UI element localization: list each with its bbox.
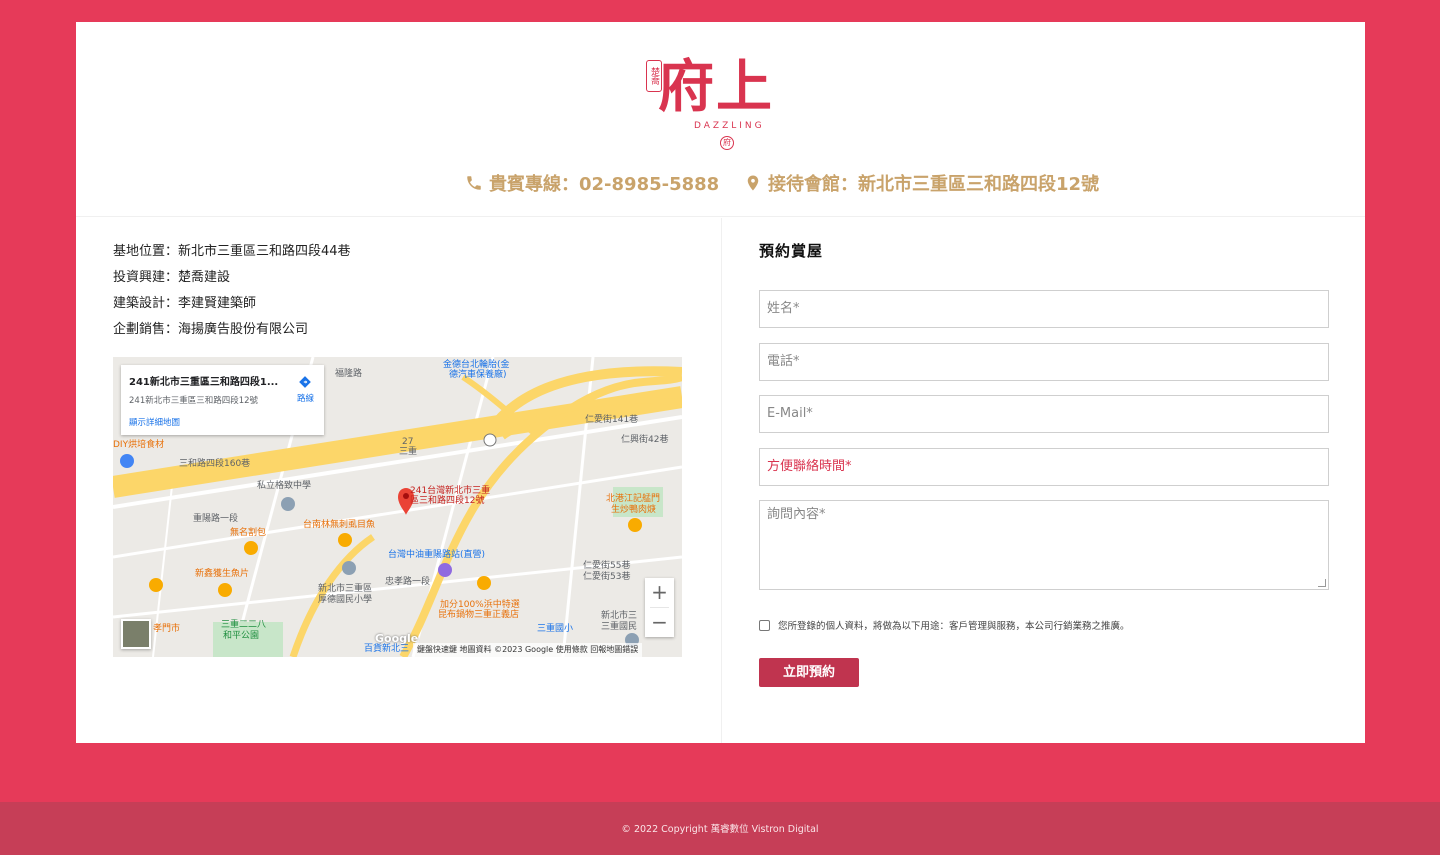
logo-emblem-icon: 府: [720, 136, 734, 150]
map-marker-label-2: 區三和路四段12號: [410, 496, 485, 506]
map-place-6: 新鑫獲生魚片: [195, 569, 250, 579]
infobox-title: 241新北市三重區三和路四段1...: [129, 377, 279, 388]
map-attribution[interactable]: 鍵盤快速鍵 地圖資料 ©2023 Google 使用條款 回報地圖錯誤: [413, 643, 643, 657]
map-place-9: 厚德國民小學: [318, 595, 373, 605]
phone-contact[interactable]: 貴賓專線：02-8985-5888: [465, 170, 719, 196]
phone-label: 貴賓專線：02-8985-5888: [489, 174, 720, 195]
header-divider: [76, 216, 1365, 217]
map-place-18: 三重國民: [601, 622, 638, 632]
map-place-8: 新北市三重區: [318, 584, 373, 594]
form-title: 預約賞屋: [759, 242, 824, 260]
view-larger-map-link[interactable]: 顯示詳細地圖: [129, 416, 316, 428]
map-place-2: 德汽車保養廠): [449, 370, 507, 380]
info-developer: 投資興建：楚喬建設: [113, 270, 231, 285]
info-sales: 企劃銷售：海揚廣告股份有限公司: [113, 322, 309, 337]
map-place-1: 金德台北輪胎(金: [443, 360, 510, 370]
map-place-26: 仁愛街55巷: [583, 561, 631, 571]
logo-subtitle: DAZZLING: [694, 121, 765, 131]
contact-time-select[interactable]: 方便聯絡時間*: [759, 448, 1329, 486]
map-place-21: 百貨新北三: [364, 644, 410, 654]
site-footer: © 2022 Copyright 萬睿數位 Vistron Digital: [0, 802, 1440, 855]
copyright-text: © 2022 Copyright 萬睿數位 Vistron Digital: [621, 824, 819, 835]
map-place-27: 仁愛街53巷: [583, 572, 631, 582]
consent-row: 您所登錄的個人資料，將做為以下用途：客戶管理與服務，本公司行銷業務之推廣。: [759, 618, 1130, 632]
map-place-3: 私立格致中學: [257, 481, 312, 491]
submit-button[interactable]: 立即預約: [759, 658, 859, 687]
google-logo: Google: [375, 632, 419, 645]
map-place-29: 福隆路: [335, 369, 363, 379]
map-place-28: 仁興街42巷: [621, 435, 669, 445]
map-place-19: DIY烘培食材: [113, 440, 165, 450]
resize-handle-icon[interactable]: [1318, 579, 1326, 587]
map-place-11: 昆布鍋物三重正義店: [438, 610, 520, 620]
zoom-control: + −: [645, 578, 674, 637]
map-place-25: 仁愛街141巷: [585, 415, 639, 425]
project-info: 基地位置：新北市三重區三和路四段44巷 投資興建：楚喬建設 建築設計：李建賢建築…: [113, 242, 351, 346]
phone-field[interactable]: 電話*: [759, 343, 1329, 381]
map-place-13: 生炒鴨肉焿: [611, 505, 657, 515]
consent-checkbox[interactable]: [759, 619, 770, 631]
info-architect: 建築設計：李建賢建築師: [113, 296, 257, 311]
map-place-30: 三重: [399, 447, 418, 457]
main-card: 楚喬 府上 DAZZLING 府 貴賓專線：02-8985-5888 接待會館：…: [76, 22, 1365, 743]
map-place-14: 三重二二八: [221, 620, 267, 630]
map-place-31: 27: [402, 437, 414, 447]
contact-bar: 貴賓專線：02-8985-5888 接待會館：新北市三重區三和路四段12號: [76, 170, 1365, 196]
map-place-23: 忠孝路一段: [385, 577, 431, 587]
address-contact[interactable]: 接待會館：新北市三重區三和路四段12號: [744, 170, 1099, 196]
directions-button[interactable]: 路線: [297, 375, 314, 404]
address-label: 接待會館：新北市三重區三和路四段12號: [768, 174, 1100, 195]
phone-icon: [467, 176, 481, 190]
message-textarea[interactable]: 詢問內容*: [759, 500, 1329, 590]
google-map[interactable]: 金德台北輪胎(金 德汽車保養廠) 私立格致中學 台南林無刺虱目魚 無名割包 新鑫…: [113, 357, 682, 657]
booking-form: 預約賞屋 姓名* 電話* E-Mail* 方便聯絡時間* 詢問內容* 您所登錄的…: [759, 240, 1329, 687]
zoom-out-button[interactable]: −: [645, 608, 674, 637]
map-place-7: 台灣中油重陽路站(直營): [388, 550, 486, 560]
brand-logo[interactable]: 楚喬 府上 DAZZLING 府: [646, 56, 806, 156]
map-place-16: 三重國小: [537, 624, 574, 634]
map-place-17: 新北市三: [601, 611, 638, 621]
map-marker-label-1: 241台灣新北市三重: [410, 486, 491, 496]
map-infobox: 241新北市三重區三和路四段1... 241新北市三重區三和路四段12號 顯示詳…: [121, 365, 324, 435]
infobox-address: 241新北市三重區三和路四段12號: [129, 396, 259, 406]
map-place-24: 重陽路一段: [193, 514, 239, 524]
map-place-12: 北港江記艋門: [606, 494, 661, 504]
logo-wordmark: 府上: [658, 54, 774, 120]
info-site: 基地位置：新北市三重區三和路四段44巷: [113, 244, 351, 259]
map-pin-icon: [747, 175, 759, 191]
name-field[interactable]: 姓名*: [759, 290, 1329, 328]
map-place-5: 無名割包: [230, 528, 267, 538]
map-place-10: 加分100%浜中特選: [440, 600, 520, 610]
message-placeholder: 詢問內容*: [767, 507, 826, 522]
column-divider: [721, 218, 722, 743]
street-view-thumbnail[interactable]: [121, 619, 151, 649]
map-place-20: 孝門市: [153, 624, 181, 634]
email-field[interactable]: E-Mail*: [759, 395, 1329, 433]
consent-text: 您所登錄的個人資料，將做為以下用途：客戶管理與服務，本公司行銷業務之推廣。: [778, 621, 1130, 632]
map-place-4: 台南林無刺虱目魚: [303, 520, 376, 530]
directions-label: 路線: [296, 394, 314, 404]
zoom-in-button[interactable]: +: [645, 578, 674, 607]
directions-icon: [299, 376, 312, 388]
map-place-15: 和平公園: [223, 631, 260, 641]
map-place-22: 三和路四段160巷: [179, 459, 251, 469]
